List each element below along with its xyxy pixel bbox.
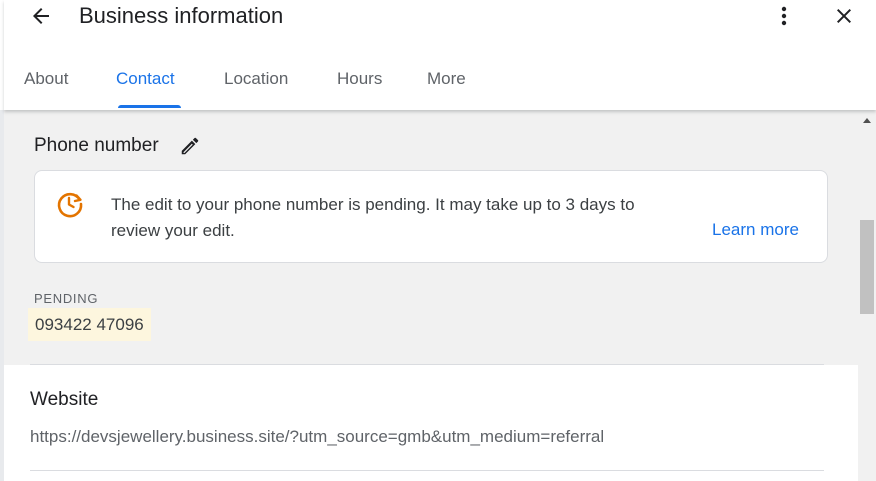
active-tab-indicator (118, 105, 181, 108)
page-title: Business information (79, 3, 284, 28)
arrow-back-icon (33, 8, 49, 24)
tab-more[interactable]: More (427, 68, 466, 90)
pencil-icon (181, 137, 199, 155)
pending-notice-text: The edit to your phone number is pending… (111, 195, 635, 240)
more-vertical-icon (781, 6, 787, 26)
phone-number-heading: Phone number (34, 135, 159, 156)
vertical-scrollbar[interactable] (858, 110, 876, 481)
back-button[interactable] (26, 2, 56, 30)
pending-edit-notice: The edit to your phone number is pending… (34, 170, 828, 263)
tab-bar: About Contact Location Hours More (4, 58, 876, 110)
scroll-up-arrow-icon[interactable] (863, 118, 871, 123)
contact-content: Phone number The edit to your phone numb… (0, 110, 858, 481)
website-url: https://devsjewellery.business.site/?utm… (30, 427, 605, 446)
dialog-header: Business information About Contact Locat… (4, 0, 876, 110)
website-heading: Website (30, 389, 99, 410)
section-divider (30, 364, 824, 365)
section-divider (30, 470, 824, 471)
close-button[interactable] (830, 2, 858, 30)
phone-number-section: Phone number The edit to your phone numb… (4, 110, 858, 365)
edit-phone-button[interactable] (179, 135, 201, 157)
pending-phone-value: 093422 47096 (28, 308, 151, 341)
close-icon (837, 9, 851, 23)
tab-about[interactable]: About (24, 68, 68, 90)
pending-clock-icon (55, 189, 85, 219)
tab-contact[interactable]: Contact (116, 68, 175, 90)
tab-hours[interactable]: Hours (337, 68, 382, 90)
business-information-dialog: Business information About Contact Locat… (0, 0, 876, 481)
learn-more-link[interactable]: Learn more (712, 218, 799, 242)
pending-label: PENDING (34, 291, 99, 306)
more-options-button[interactable] (772, 2, 796, 30)
scrollbar-thumb[interactable] (860, 220, 874, 314)
tab-location[interactable]: Location (224, 68, 288, 90)
